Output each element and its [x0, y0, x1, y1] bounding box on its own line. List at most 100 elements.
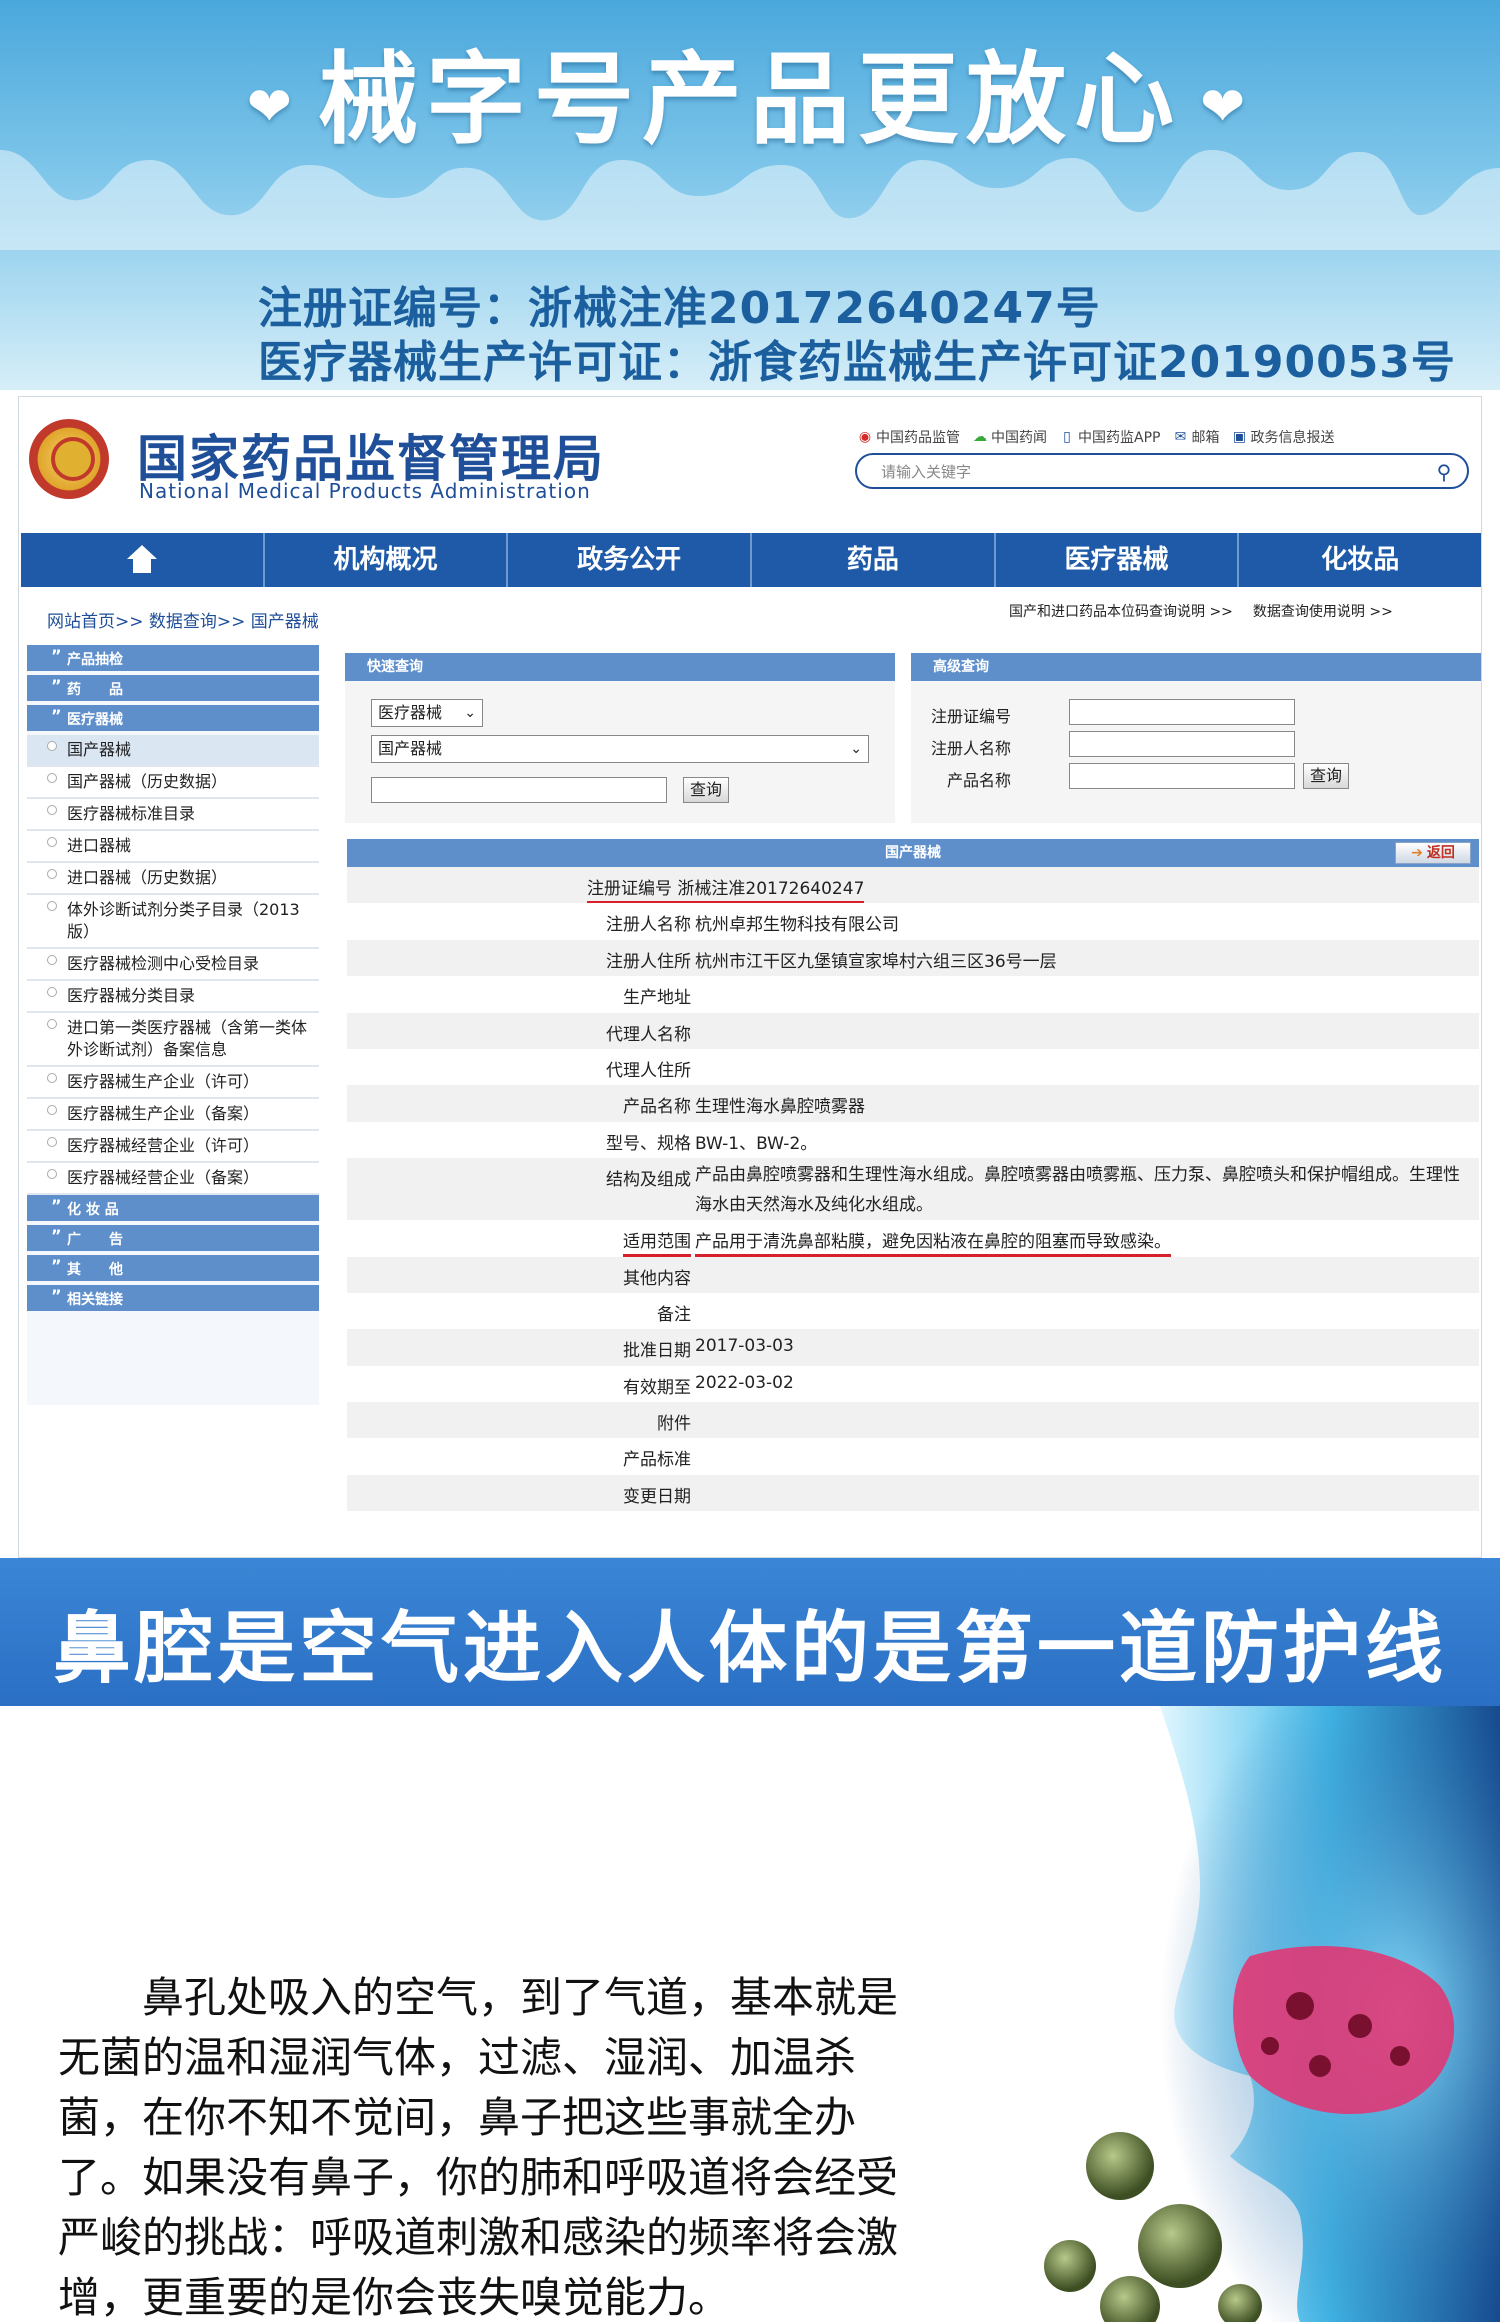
nmpa-website-screenshot: 国家药品监督管理局 National Medical Products Admi…	[18, 396, 1482, 1558]
sidebar-item-imported-history[interactable]: 进口器械（历史数据）	[27, 863, 319, 895]
table-row: 备注	[347, 1292, 1479, 1330]
mail-icon: ✉	[1174, 429, 1187, 445]
nasal-description-text: 鼻孔处吸入的空气，到了气道，基本就是无菌的温和湿润气体，过滤、湿润、加温杀菌，在…	[58, 1973, 899, 2322]
field-label: 生产地址	[623, 988, 691, 1009]
sidebar: 产品抽检 药 品 医疗器械 国产器械 国产器械（历史数据） 医疗器械标准目录 进…	[27, 641, 319, 1405]
field-label: 注册证编号 浙械注准20172640247	[587, 874, 865, 904]
breadcrumb[interactable]: 网站首页>> 数据查询>> 国产器械	[47, 607, 319, 632]
national-emblem-logo	[29, 419, 109, 499]
advanced-query-title: 高级查询	[911, 653, 1481, 681]
sidebar-item-imported[interactable]: 进口器械	[27, 831, 319, 863]
chevron-down-icon: ⌄	[850, 741, 862, 757]
result-rows: 注册证编号 浙械注准20172640247 注册人名称 杭州卓邦生物科技有限公司 …	[347, 867, 1479, 1512]
sidebar-cat-other[interactable]: 其 他	[27, 1251, 319, 1285]
sidebar-cat-products[interactable]: 产品抽检	[27, 641, 319, 675]
sidebar-item-ivd-catalog[interactable]: 体外诊断试剂分类子目录（2013版）	[27, 895, 319, 949]
nav-about[interactable]: 机构概况	[265, 533, 509, 587]
result-table-header: 国产器械 ➔ 返回	[347, 839, 1479, 867]
weibo-icon: ◉	[858, 429, 872, 445]
production-license: 医疗器械生产许可证：浙食药监械生产许可证20190053号	[258, 337, 1456, 388]
nav-drugs[interactable]: 药品	[752, 533, 996, 587]
sidebar-item-manufacturer-record[interactable]: 医疗器械生产企业（备案）	[27, 1099, 319, 1131]
sidebar-cat-drugs[interactable]: 药 品	[27, 671, 319, 705]
table-row: 代理人名称	[347, 1012, 1479, 1049]
banner-title: ❤ 械字号产品更放心 ❤	[0, 18, 1500, 163]
search-icon[interactable]: ⚲	[1431, 459, 1457, 485]
field-label: 型号、规格	[606, 1133, 691, 1154]
advanced-query-button[interactable]: 查询	[1303, 763, 1350, 789]
field-label: 结构及组成	[606, 1170, 691, 1191]
table-row: 产品名称 生理性海水鼻腔喷雾器	[347, 1085, 1479, 1122]
quick-query-button[interactable]: 查询	[683, 777, 730, 803]
nav-gov-affairs[interactable]: 政务公开	[508, 533, 753, 587]
sidebar-item-standards[interactable]: 医疗器械标准目录	[27, 799, 319, 831]
sidebar-item-class1-import[interactable]: 进口第一类医疗器械（含第一类体外诊断试剂）备案信息	[27, 1013, 319, 1067]
quick-query-input[interactable]	[371, 777, 667, 803]
field-label: 代理人住所	[606, 1060, 691, 1081]
search-input[interactable]	[881, 461, 1421, 483]
nasal-description: 鼻孔处吸入的空气，到了气道，基本就是无菌的温和湿润气体，过滤、湿润、加温杀菌，在…	[58, 1968, 938, 2322]
field-label: 产品名称	[623, 1097, 691, 1118]
table-row: 附件	[347, 1402, 1479, 1439]
back-button[interactable]: ➔ 返回	[1395, 842, 1471, 864]
table-row: 批准日期 2017-03-03	[347, 1329, 1479, 1366]
result-title: 国产器械	[885, 845, 941, 861]
quick-link-weibo[interactable]: ◉ 中国药品监管	[857, 427, 960, 447]
sidebar-cat-links[interactable]: 相关链接	[27, 1281, 319, 1315]
quick-link-report[interactable]: ▣ 政务信息报送	[1231, 427, 1335, 447]
sidebar-item-test-center[interactable]: 医疗器械检测中心受检目录	[27, 949, 319, 981]
quick-link-wechat[interactable]: ☁ 中国药闻	[972, 427, 1047, 447]
chevron-down-icon: ⌄	[464, 705, 476, 721]
field-value: 2017-03-03	[695, 1336, 794, 1357]
label-product-name: 产品名称	[946, 771, 1011, 790]
sidebar-cat-cosmetics[interactable]: 化 妆 品	[27, 1191, 319, 1225]
quick-query-panel: 快速查询 医疗器械 ⌄ 国产器械 ⌄ 查询	[345, 653, 895, 823]
nasal-info-section: 鼻孔处吸入的空气，到了气道，基本就是无菌的温和湿润气体，过滤、湿润、加温杀菌，在…	[0, 1706, 1500, 2322]
field-label: 产品标准	[623, 1450, 691, 1471]
site-search: ⚲	[855, 453, 1469, 489]
field-label: 变更日期	[623, 1486, 691, 1507]
phone-icon: ▯	[1063, 429, 1071, 445]
reg-number-input[interactable]	[1069, 699, 1295, 725]
home-icon	[126, 545, 157, 575]
heart-icon: ❤	[246, 75, 300, 139]
sidebar-item-manufacturer-license[interactable]: 医疗器械生产企业（许可）	[27, 1067, 319, 1099]
sidebar-item-domestic-history[interactable]: 国产器械（历史数据）	[27, 767, 319, 799]
product-name-input[interactable]	[1069, 763, 1295, 789]
sidebar-item-domestic-devices[interactable]: 国产器械	[27, 735, 319, 767]
table-row: 注册人名称 杭州卓邦生物科技有限公司	[347, 903, 1479, 940]
sidebar-item-classification[interactable]: 医疗器械分类目录	[27, 981, 319, 1013]
link-code-query-help[interactable]: 国产和进口药品本位码查询说明 >>	[1009, 601, 1233, 621]
category-select[interactable]: 医疗器械 ⌄	[371, 699, 483, 727]
quick-link-mail[interactable]: ✉ 邮箱	[1172, 427, 1220, 447]
table-row: 生产地址	[347, 976, 1479, 1013]
protection-banner: 鼻腔是空气进入人体的是第一道防护线	[0, 1558, 1500, 1706]
subcategory-select[interactable]: 国产器械 ⌄	[371, 735, 869, 763]
field-value: 杭州市江干区九堡镇宣家埠村六组三区36号一层	[695, 951, 1057, 972]
table-row: 其他内容	[347, 1256, 1479, 1293]
main-nav: 机构概况 政务公开 药品 医疗器械 化妆品	[21, 533, 1481, 587]
quick-link-app[interactable]: ▯ 中国药监APP	[1059, 427, 1160, 447]
sidebar-cat-devices[interactable]: 医疗器械	[27, 701, 319, 735]
table-row: 注册人住所 杭州市江干区九堡镇宣家埠村六组三区36号一层	[347, 939, 1479, 977]
sidebar-item-distributor-license[interactable]: 医疗器械经营企业（许可）	[27, 1131, 319, 1163]
field-label: 有效期至	[623, 1377, 691, 1398]
field-value: 生理性海水鼻腔喷雾器	[695, 1097, 865, 1118]
field-value: 产品用于清洗鼻部粘膜，避免因粘液在鼻腔的阻塞而导致感染。	[695, 1227, 1171, 1258]
sidebar-item-distributor-record[interactable]: 医疗器械经营企业（备案）	[27, 1163, 319, 1195]
banner-title-text: 械字号产品更放心	[318, 41, 1182, 158]
advanced-query-panel: 高级查询 注册证编号 注册人名称 产品名称 查询	[911, 653, 1481, 823]
nav-cosmetics[interactable]: 化妆品	[1239, 533, 1481, 587]
field-label: 批准日期	[623, 1341, 691, 1362]
label-registrant: 注册人名称	[930, 739, 1011, 758]
arrow-right-icon: ➔	[1411, 845, 1423, 861]
nav-devices[interactable]: 医疗器械	[996, 533, 1240, 587]
field-value: BW-1、BW-2。	[695, 1133, 818, 1154]
field-label: 适用范围	[623, 1227, 691, 1258]
wechat-icon: ☁	[973, 429, 987, 445]
sidebar-cat-ads[interactable]: 广 告	[27, 1221, 319, 1255]
table-row: 代理人住所	[347, 1048, 1479, 1086]
registrant-input[interactable]	[1069, 731, 1295, 757]
nav-home[interactable]	[21, 533, 265, 587]
link-data-query-help[interactable]: 数据查询使用说明 >>	[1253, 601, 1393, 621]
